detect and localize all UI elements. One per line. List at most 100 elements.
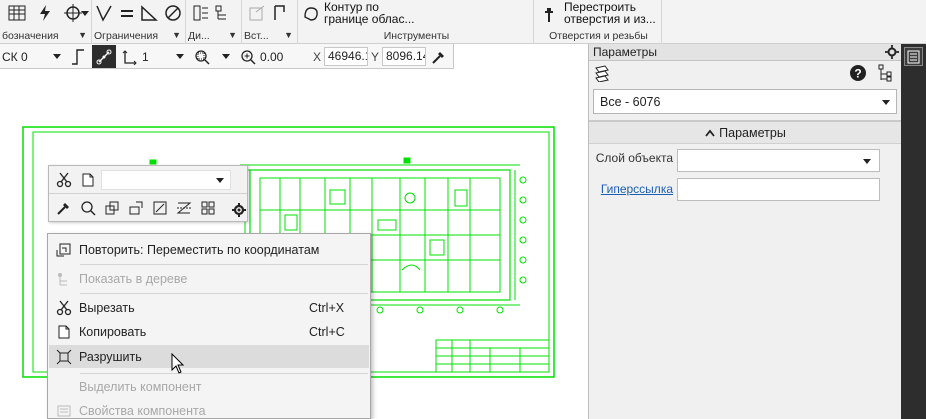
zoom-mode-select[interactable] [194,46,234,67]
tree-view-icon[interactable] [875,64,893,82]
contour-button[interactable]: Контур по границе облас... [324,1,415,25]
ribbon-group-insert: Вст... ▼ [242,0,298,44]
menu-item-show-in-tree: Показать в дереве [49,267,369,290]
menu-item-label: Показать в дереве [79,271,188,286]
eyedropper-icon[interactable] [53,197,75,219]
layer-label: Слой объекта [595,151,673,165]
copy-icon [49,320,79,343]
menu-item-explode[interactable]: Разрушить [49,345,369,368]
ribbon-group-holes: Перестроить отверстия и из... Отверстия … [534,0,662,44]
layer-properties-icon[interactable] [593,64,611,83]
hyperlink-input[interactable] [677,178,880,201]
menu-separator [80,264,368,265]
menu-item-label: Свойства компонента [79,403,206,418]
ribbon-group-label: Инструменты [383,30,450,42]
zoom-window-icon [195,49,210,65]
lightning-icon[interactable] [34,2,56,24]
zoom-plus-icon [241,49,256,65]
menu-item-label: Выделить компонент [79,379,202,394]
menu-item-shortcut: Ctrl+C [309,324,345,339]
insert-view-icon[interactable] [270,2,292,24]
insert-fragment-icon[interactable] [246,2,268,24]
array-icon[interactable] [197,197,219,219]
layer-select[interactable] [677,149,880,172]
menu-item-label: Вырезать [79,300,135,315]
chevron-down-icon[interactable] [80,2,90,24]
perpendicular-angle-icon[interactable] [138,2,160,24]
rotate-icon[interactable] [125,197,147,219]
chevron-down-icon [216,178,224,183]
chevron-down-icon [176,54,184,59]
zoom-scale-field[interactable]: 0.00 [240,46,310,67]
step-line-icon[interactable] [66,46,90,67]
menu-item-icon-placeholder [49,375,79,398]
component-properties-icon [49,399,79,419]
rebuild-holes-icon[interactable] [538,4,560,26]
menu-item-label: Повторить: Переместить по координатам [79,242,320,257]
repeat-move-icon [49,238,79,261]
menu-item-copy[interactable]: Копировать Ctrl+C [49,320,369,343]
scale-icon[interactable] [149,197,171,219]
y-coordinate-field[interactable]: 8096.148 [382,46,426,67]
panel-title-text: Параметры [593,45,657,59]
x-coordinate-field[interactable]: 46946.1 [324,46,368,67]
y-label: Y [370,49,379,64]
chevron-down-icon [222,54,230,59]
ribbon-group-label[interactable]: Ди... ▼ [186,30,241,42]
zoom-icon[interactable] [77,197,99,219]
help-icon[interactable]: ? [849,64,867,82]
mirror-icon[interactable] [173,197,195,219]
dimension-icon[interactable] [190,2,212,24]
ribbon-group-label[interactable]: Вст... ▼ [242,30,297,42]
ribbon: бозначения ▼ Ограничения ▼ Ди... ▼ Вст..… [0,0,926,44]
menu-item-select-component: Выделить компонент [49,375,369,398]
gear-icon[interactable] [885,45,899,59]
object-filter-value: Все - 6076 [600,95,661,109]
show-in-tree-icon [49,267,79,290]
explode-icon [49,345,79,368]
snap-toggle-icon[interactable] [92,45,116,68]
cs-value: СК 0 [2,49,28,64]
equal-icon[interactable] [116,2,138,24]
move-icon[interactable] [101,197,123,219]
parameters-tab-icon[interactable] [904,47,923,66]
menu-item-label: Разрушить [79,349,142,364]
menu-item-repeat-move[interactable]: Повторить: Переместить по координатам [49,238,369,261]
menu-separator [80,373,368,374]
chevron-down-icon [882,100,890,105]
hyperlink-label[interactable]: Гиперссылка [589,182,673,196]
ribbon-group-label[interactable]: бозначения ▼ [0,30,91,42]
parameters-section-header[interactable]: Параметры [589,122,902,144]
object-filter-select[interactable]: Все - 6076 [593,89,897,114]
ribbon-group-dimensions: Ди... ▼ [186,0,242,44]
zoom-value: 0.00 [260,49,284,64]
scissors-icon [49,296,79,319]
style-select[interactable] [101,170,231,190]
gear-icon[interactable] [231,202,247,218]
copy-icon[interactable] [77,169,99,191]
ribbon-group-label[interactable]: Ограничения ▼ [92,30,185,42]
mini-toolbar-row-2 [49,194,247,222]
eyedropper-icon[interactable] [428,46,450,67]
rebuild-holes-button[interactable]: Перестроить отверстия и из... [564,1,656,25]
chevron-down-icon [863,159,871,164]
menu-item-label: Копировать [79,324,147,339]
mini-toolbar [48,165,248,222]
dimension-tree-icon[interactable] [212,2,234,24]
panel-title: Параметры [589,44,902,61]
step-select[interactable]: 1 [142,46,188,67]
cs-select[interactable]: СК 0 [0,46,66,67]
table-icon[interactable] [6,2,28,24]
mouse-cursor-icon [171,352,185,375]
contour-icon[interactable] [300,3,322,25]
angle-tangent-icon[interactable] [94,2,116,24]
chevron-up-icon [705,129,715,137]
grid-step-icon[interactable] [120,46,140,67]
scissors-icon[interactable] [53,169,75,191]
menu-item-cut[interactable]: Вырезать Ctrl+X [49,296,369,319]
ribbon-group-label: Отверстия и резьбы [549,30,648,42]
no-constraint-icon[interactable] [162,2,184,24]
step-value: 1 [142,49,149,64]
menu-separator [80,293,368,294]
right-sidebar [901,44,926,419]
